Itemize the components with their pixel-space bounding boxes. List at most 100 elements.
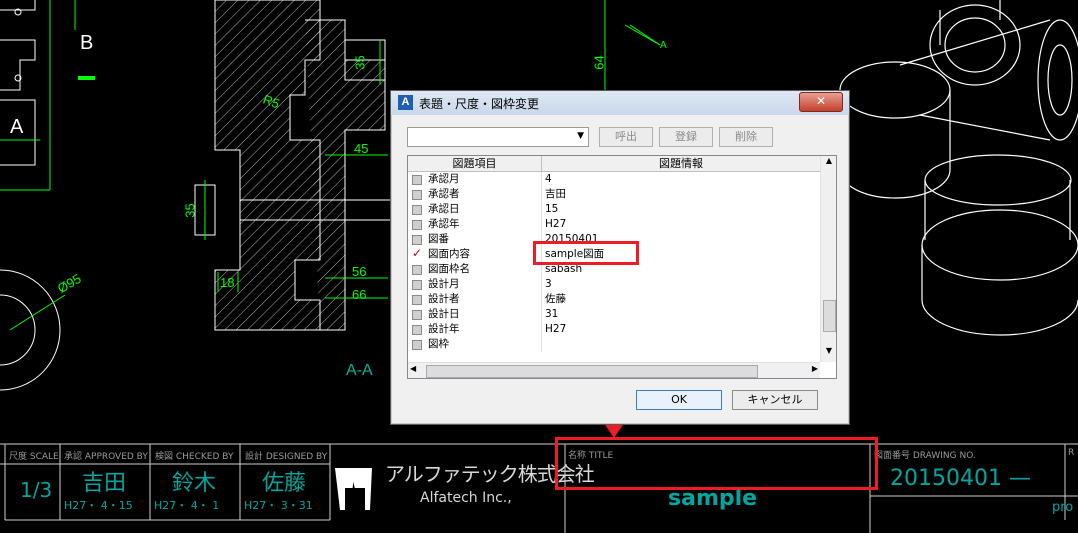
checked-date: H27・ 4・ 1 bbox=[154, 499, 220, 512]
row-item-label: 図面枠名 bbox=[428, 263, 470, 275]
approved-header: 承認 APPROVED BY bbox=[64, 452, 148, 462]
column-divider bbox=[541, 307, 542, 322]
title-info-grid: 図題項目 図題情報 承認月 4 承認者 吉田 承認日 15 承認年 H27 図番 20150401… bbox=[407, 155, 837, 379]
register-button[interactable]: 登録 bbox=[659, 127, 713, 147]
column-header-info[interactable]: 図題情報 bbox=[542, 156, 820, 172]
checkbox-icon[interactable] bbox=[412, 265, 422, 275]
dimension-35-left: 35 bbox=[182, 203, 198, 218]
table-row[interactable]: 設計月 3 bbox=[408, 277, 820, 292]
a-marker-label: A bbox=[660, 40, 667, 51]
checkbox-icon[interactable] bbox=[412, 190, 422, 200]
table-row[interactable]: 設計者 佐藤 bbox=[408, 292, 820, 307]
delete-button[interactable]: 削除 bbox=[719, 127, 773, 147]
dimension-64: 64 bbox=[591, 55, 607, 70]
call-button[interactable]: 呼出 bbox=[599, 127, 653, 147]
row-item-label: 設計月 bbox=[428, 278, 460, 290]
checkbox-icon[interactable] bbox=[412, 205, 422, 215]
checkbox-icon[interactable] bbox=[412, 325, 422, 335]
checkbox-icon[interactable] bbox=[412, 220, 422, 230]
column-divider bbox=[541, 202, 542, 217]
column-divider bbox=[541, 187, 542, 202]
column-header-item[interactable]: 図題項目 bbox=[408, 156, 542, 172]
table-row[interactable]: 承認月 4 bbox=[408, 172, 820, 187]
company-name-en: Alfatech Inc., bbox=[420, 490, 512, 506]
column-divider bbox=[541, 217, 542, 232]
table-row[interactable]: 設計日 31 bbox=[408, 307, 820, 322]
dimension-56: 56 bbox=[352, 264, 367, 279]
table-row[interactable]: 設計年 H27 bbox=[408, 322, 820, 337]
designed-date: H27・ 3・31 bbox=[244, 499, 313, 512]
checkbox-icon[interactable] bbox=[412, 340, 422, 350]
section-aa-label: A-A bbox=[346, 362, 373, 379]
scroll-up-icon[interactable]: ▲ bbox=[823, 156, 835, 170]
right-cut-header: R bbox=[1068, 448, 1075, 458]
close-button[interactable]: ✕ bbox=[799, 92, 843, 112]
row-info-value[interactable]: 15 bbox=[545, 202, 558, 217]
row-info-value[interactable]: H27 bbox=[545, 217, 566, 232]
row-item-label: 設計日 bbox=[428, 308, 460, 320]
row-item-label: 承認者 bbox=[428, 188, 460, 200]
dialog-titlebar[interactable]: A 表題・尺度・図枠変更 ✕ bbox=[391, 91, 849, 115]
drawing-no-header: 図面番号 DRAWING NO. bbox=[874, 451, 976, 461]
row-info-value[interactable]: 4 bbox=[545, 172, 552, 187]
scroll-right-icon[interactable]: ▶ bbox=[812, 364, 818, 373]
checkbox-icon[interactable] bbox=[412, 310, 422, 320]
checked-header: 検図 CHECKED BY bbox=[155, 452, 234, 462]
row-item-label: 承認日 bbox=[428, 203, 460, 215]
row-item-label: 図面内容 bbox=[428, 248, 470, 260]
checked-name: 鈴木 bbox=[172, 471, 217, 496]
right-cut-value: pro bbox=[1052, 500, 1074, 515]
checkbox-icon[interactable] bbox=[412, 280, 422, 290]
designed-header: 設計 DESIGNED BY bbox=[245, 452, 328, 462]
edited-cell-highlight bbox=[533, 241, 639, 265]
checkbox-icon[interactable] bbox=[412, 295, 422, 305]
designed-name: 佐藤 bbox=[262, 471, 307, 496]
company-logo-mark bbox=[335, 468, 372, 510]
table-row[interactable]: 承認者 吉田 bbox=[408, 187, 820, 202]
section-b-label: B bbox=[80, 32, 94, 54]
horizontal-scrollbar[interactable]: ◀ ▶ bbox=[408, 362, 820, 378]
dimension-35-top: 35 bbox=[352, 55, 368, 70]
row-item-label: 設計年 bbox=[428, 323, 460, 335]
dimension-45: 45 bbox=[354, 141, 369, 156]
scale-value: 1/3 bbox=[20, 478, 53, 502]
row-item-label: 図番 bbox=[428, 233, 449, 245]
row-info-value[interactable]: 31 bbox=[545, 307, 558, 322]
drawing-no-value: 20150401 — bbox=[890, 466, 1031, 491]
column-divider bbox=[541, 172, 542, 187]
dialog-title: 表題・尺度・図枠変更 bbox=[419, 97, 540, 111]
row-item-label: 承認月 bbox=[428, 173, 460, 185]
row-info-value[interactable]: 3 bbox=[545, 277, 552, 292]
table-row[interactable]: 承認日 15 bbox=[408, 202, 820, 217]
ok-button[interactable]: OK bbox=[636, 390, 722, 410]
template-select[interactable]: ▼ bbox=[407, 127, 589, 147]
section-a-label: A bbox=[10, 116, 24, 138]
scroll-left-icon[interactable]: ◀ bbox=[410, 364, 416, 373]
row-item-label: 図枠 bbox=[428, 338, 449, 350]
title-highlight-box bbox=[555, 437, 878, 490]
approved-name: 吉田 bbox=[82, 471, 127, 496]
column-divider bbox=[541, 337, 542, 352]
column-divider bbox=[541, 292, 542, 307]
row-info-value[interactable]: 吉田 bbox=[545, 187, 566, 202]
hscroll-thumb[interactable] bbox=[426, 365, 758, 378]
scroll-down-icon[interactable]: ▼ bbox=[823, 346, 835, 360]
cancel-button[interactable]: キャンセル bbox=[732, 390, 818, 410]
table-row[interactable]: 承認年 H27 bbox=[408, 217, 820, 232]
column-divider bbox=[541, 277, 542, 292]
row-info-value[interactable]: H27 bbox=[545, 322, 566, 337]
row-info-value[interactable]: 佐藤 bbox=[545, 292, 566, 307]
vertical-scrollbar[interactable]: ▲ ▼ bbox=[820, 156, 836, 362]
column-divider bbox=[541, 322, 542, 337]
app-icon: A bbox=[398, 95, 413, 110]
approved-date: H27・ 4・15 bbox=[64, 499, 133, 512]
checkbox-checked-icon[interactable] bbox=[412, 246, 422, 261]
row-item-label: 承認年 bbox=[428, 218, 460, 230]
checkbox-icon[interactable] bbox=[412, 235, 422, 245]
table-row[interactable]: 図枠 bbox=[408, 337, 820, 352]
dimension-66: 66 bbox=[352, 287, 367, 302]
dimension-18: 18 bbox=[220, 275, 235, 290]
checkbox-icon[interactable] bbox=[412, 175, 422, 185]
scroll-thumb[interactable] bbox=[823, 300, 836, 332]
chevron-down-icon: ▼ bbox=[577, 131, 584, 141]
